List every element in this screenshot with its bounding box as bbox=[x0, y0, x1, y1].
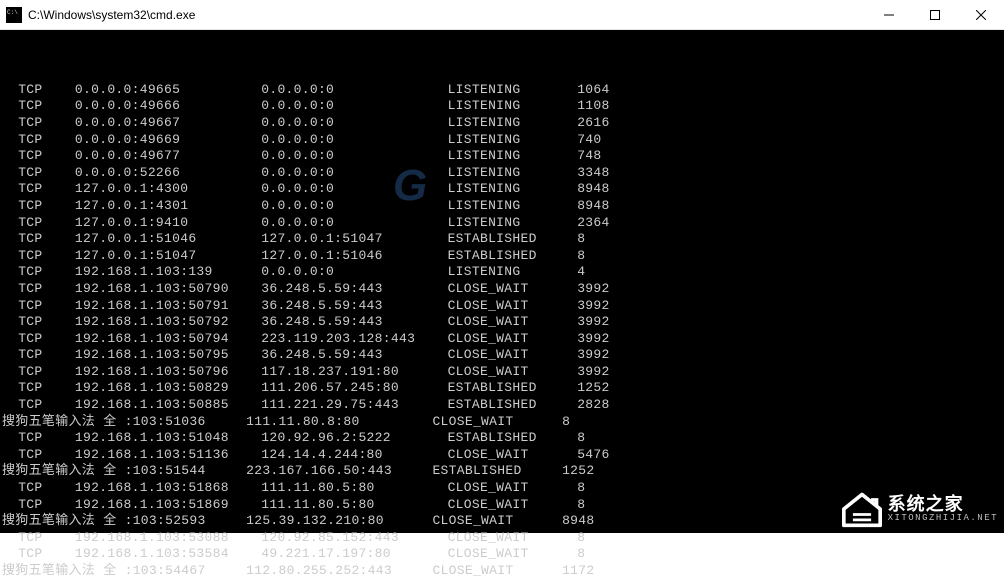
netstat-row: TCP 192.168.1.103:51136 124.14.4.244:80 … bbox=[2, 447, 1004, 464]
netstat-row: TCP 192.168.1.103:50794 223.119.203.128:… bbox=[2, 331, 1004, 348]
netstat-row: TCP 192.168.1.103:50885 111.221.29.75:44… bbox=[2, 397, 1004, 414]
netstat-row: TCP 192.168.1.103:53088 120.92.85.152:44… bbox=[2, 530, 1004, 547]
window-buttons bbox=[866, 0, 1004, 29]
netstat-row: TCP 0.0.0.0:49669 0.0.0.0:0 LISTENING 74… bbox=[2, 132, 1004, 149]
netstat-row: TCP 127.0.0.1:51046 127.0.0.1:51047 ESTA… bbox=[2, 231, 1004, 248]
netstat-row: TCP 0.0.0.0:49667 0.0.0.0:0 LISTENING 26… bbox=[2, 115, 1004, 132]
netstat-row: TCP 192.168.1.103:50796 117.18.237.191:8… bbox=[2, 364, 1004, 381]
titlebar[interactable]: C:\Windows\system32\cmd.exe bbox=[0, 0, 1004, 30]
netstat-row: TCP 192.168.1.103:50829 111.206.57.245:8… bbox=[2, 380, 1004, 397]
netstat-row: TCP 0.0.0.0:49665 0.0.0.0:0 LISTENING 10… bbox=[2, 82, 1004, 99]
netstat-row: TCP 127.0.0.1:4300 0.0.0.0:0 LISTENING 8… bbox=[2, 181, 1004, 198]
netstat-row: 搜狗五笔输入法 全 :103:51036 111.11.80.8:80 CLOS… bbox=[2, 414, 1004, 431]
netstat-row: TCP 0.0.0.0:52266 0.0.0.0:0 LISTENING 33… bbox=[2, 165, 1004, 182]
terminal-output[interactable]: G 系统之家 XITONGZHIJIA.NET TCP 0.0.0.0:4966… bbox=[0, 30, 1004, 533]
netstat-row: TCP 192.168.1.103:51048 120.92.96.2:5222… bbox=[2, 430, 1004, 447]
cmd-icon bbox=[6, 7, 22, 23]
netstat-row: 搜狗五笔输入法 全 :103:52593 125.39.132.210:80 C… bbox=[2, 513, 1004, 530]
close-button[interactable] bbox=[958, 0, 1004, 29]
netstat-row: TCP 192.168.1.103:139 0.0.0.0:0 LISTENIN… bbox=[2, 264, 1004, 281]
netstat-row: TCP 192.168.1.103:50790 36.248.5.59:443 … bbox=[2, 281, 1004, 298]
netstat-row: TCP 192.168.1.103:50795 36.248.5.59:443 … bbox=[2, 347, 1004, 364]
netstat-row: TCP 0.0.0.0:49677 0.0.0.0:0 LISTENING 74… bbox=[2, 148, 1004, 165]
netstat-row: 搜狗五笔输入法 全 :103:51544 223.167.166.50:443 … bbox=[2, 463, 1004, 480]
netstat-row: TCP 192.168.1.103:50791 36.248.5.59:443 … bbox=[2, 298, 1004, 315]
window-title: C:\Windows\system32\cmd.exe bbox=[28, 8, 195, 22]
netstat-row: 搜狗五笔输入法 全 :103:54467 112.80.255.252:443 … bbox=[2, 563, 1004, 580]
netstat-row: TCP 192.168.1.103:53584 49.221.17.197:80… bbox=[2, 546, 1004, 563]
netstat-row: TCP 192.168.1.103:51868 111.11.80.5:80 C… bbox=[2, 480, 1004, 497]
netstat-row: TCP 0.0.0.0:49666 0.0.0.0:0 LISTENING 11… bbox=[2, 98, 1004, 115]
netstat-row: TCP 192.168.1.103:51869 111.11.80.5:80 C… bbox=[2, 497, 1004, 514]
netstat-row: TCP 127.0.0.1:4301 0.0.0.0:0 LISTENING 8… bbox=[2, 198, 1004, 215]
netstat-row: TCP 127.0.0.1:51047 127.0.0.1:51046 ESTA… bbox=[2, 248, 1004, 265]
netstat-row: TCP 192.168.1.103:50792 36.248.5.59:443 … bbox=[2, 314, 1004, 331]
netstat-row: TCP 127.0.0.1:9410 0.0.0.0:0 LISTENING 2… bbox=[2, 215, 1004, 232]
maximize-button[interactable] bbox=[912, 0, 958, 29]
minimize-button[interactable] bbox=[866, 0, 912, 29]
